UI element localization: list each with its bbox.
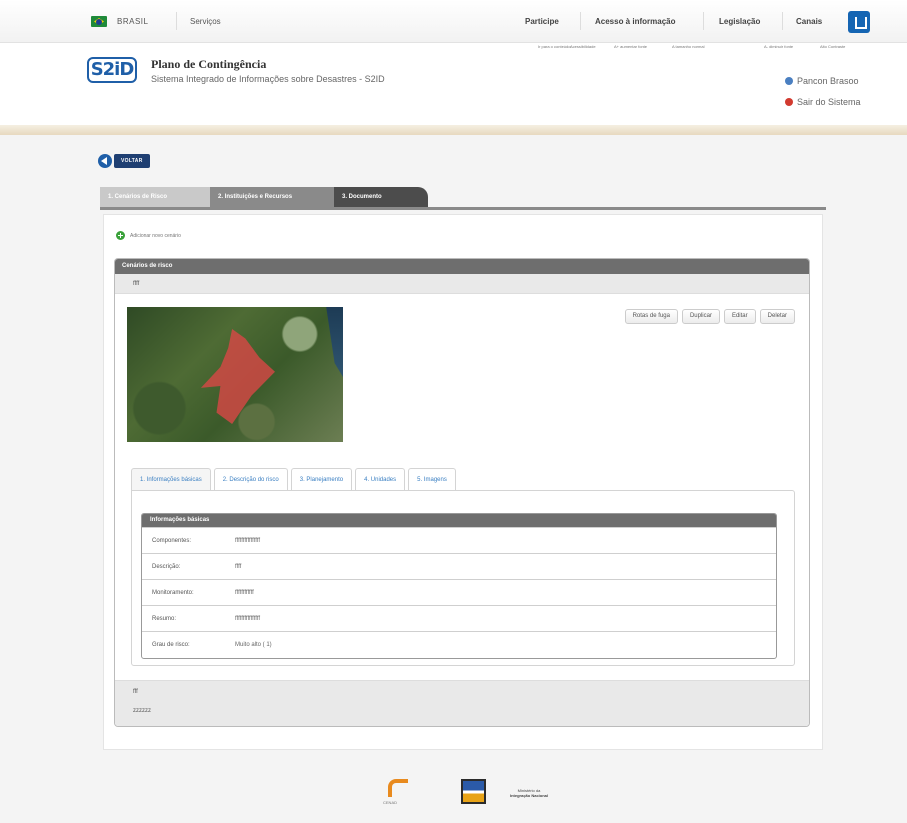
brazil-flag-globe <box>96 19 102 25</box>
tab-basic-info[interactable]: 1. Informações básicas <box>131 468 211 490</box>
ministry-logo: Ministério da Integração Nacional <box>510 788 548 798</box>
gov-bar: BRASIL Serviços Participe Acesso à infor… <box>0 0 907 43</box>
cenad-label: CENAD <box>383 800 398 805</box>
map-sea <box>326 307 343 377</box>
divider <box>703 12 704 30</box>
back-button[interactable]: VOLTAR <box>98 153 150 169</box>
row-label: Resumo: <box>152 615 177 622</box>
scenario-map-image <box>127 307 343 442</box>
step-instituicoes[interactable]: 2. Instituições e Recursos <box>210 187 334 207</box>
app-subtitle: Sistema Integrado de Informações sobre D… <box>151 74 385 84</box>
exit-icon <box>785 98 793 106</box>
panel-title: Cenários de risco <box>115 259 809 274</box>
app-header: S2iD Plano de Contingência Sistema Integ… <box>0 43 907 135</box>
step-cenarios[interactable]: 1. Cenários de Risco <box>100 187 210 207</box>
access-link-content[interactable]: Ir para o conteúdo <box>538 44 570 49</box>
row-label: Grau de risco: <box>152 641 190 648</box>
back-arrow-icon <box>98 154 112 168</box>
row-label: Componentes: <box>152 537 192 544</box>
divider <box>580 12 581 30</box>
scenario-actions: Rotas de fuga Duplicar Editar Deletar <box>624 309 795 324</box>
tab-units[interactable]: 4. Unidades <box>355 468 406 490</box>
back-label: VOLTAR <box>114 154 150 168</box>
table-row: Componentes: ffffffffffffffff <box>142 527 776 553</box>
page-footer: CENAD Ministério da Integração Nacional <box>0 770 907 823</box>
row-value: ffffffffffffffff <box>235 615 261 622</box>
steps-divider <box>100 207 826 210</box>
gov-link-canais[interactable]: Canais <box>796 17 822 26</box>
tab-planning[interactable]: 3. Planejamento <box>290 468 353 490</box>
table-row: Descrição: ffff <box>142 553 776 579</box>
risk-scenario-panel: Cenários de risco ffff Rotas de fuga Dup… <box>114 258 810 727</box>
duplicate-button[interactable]: Duplicar <box>681 309 720 324</box>
basic-info-table: Informações básicas Componentes: fffffff… <box>141 513 777 659</box>
delete-button[interactable]: Deletar <box>759 309 795 324</box>
access-link-normal-font[interactable]: A tamanho normal <box>672 44 704 49</box>
user-link[interactable]: Pancon Brasoo <box>785 76 859 86</box>
basic-info-title: Informações básicas <box>142 514 776 527</box>
divider <box>176 12 177 30</box>
map-risk-area <box>200 329 275 424</box>
footer-line: fff <box>133 689 138 695</box>
divider <box>782 12 783 30</box>
row-label: Monitoramento: <box>152 589 194 596</box>
panel-footer: fff zzzzzz <box>115 680 809 726</box>
access-link-accessibility[interactable]: Acessibilidade <box>570 44 596 49</box>
s2id-logo[interactable]: S2iD <box>87 57 137 83</box>
row-value: ffff <box>235 563 242 570</box>
gov-link-participe[interactable]: Participe <box>525 17 559 26</box>
table-row: Grau de risco: Muito alto ( 1) <box>142 631 776 657</box>
escape-routes-button[interactable]: Rotas de fuga <box>624 309 678 324</box>
tab-images[interactable]: 5. Imagens <box>408 468 456 490</box>
ministry-line-2: Integração Nacional <box>510 793 549 798</box>
logout-label: Sair do Sistema <box>797 97 861 107</box>
app-title: Plano de Contingência <box>151 57 267 71</box>
home-icon[interactable] <box>848 11 870 33</box>
cenad-logo-icon <box>388 779 408 797</box>
scenario-name: ffff <box>115 274 809 294</box>
add-scenario-label: Adicionar novo cenário <box>130 232 181 239</box>
user-icon <box>785 77 793 85</box>
row-value: ffffffffffff <box>235 589 254 596</box>
gov-link-legislacao[interactable]: Legislação <box>719 17 760 26</box>
access-link-decrease-font[interactable]: A- diminuir fonte <box>764 44 793 49</box>
add-scenario-link[interactable]: Adicionar novo cenário <box>116 231 181 240</box>
row-value: Muito alto ( 1) <box>235 641 272 648</box>
row-value: ffffffffffffffff <box>235 537 261 544</box>
footer-line: zzzzzz <box>133 708 151 714</box>
sedec-logo-icon <box>461 779 486 804</box>
scenario-tabs: 1. Informações básicas 2. Descrição do r… <box>131 468 456 490</box>
user-name: Pancon Brasoo <box>797 76 859 86</box>
row-label: Descrição: <box>152 563 181 570</box>
gov-brasil-link[interactable]: BRASIL <box>117 17 148 26</box>
access-link-increase-font[interactable]: A+ aumentar fonte <box>614 44 647 49</box>
table-row: Resumo: ffffffffffffffff <box>142 605 776 631</box>
logout-link[interactable]: Sair do Sistema <box>785 97 861 107</box>
tab-risk-description[interactable]: 2. Descrição do risco <box>213 468 288 490</box>
add-icon <box>116 231 125 240</box>
edit-button[interactable]: Editar <box>723 309 756 324</box>
gov-link-acesso[interactable]: Acesso à informação <box>595 17 675 26</box>
table-row: Monitoramento: ffffffffffff <box>142 579 776 605</box>
access-link-contrast[interactable]: Alto Contraste <box>820 44 845 49</box>
gov-servicos-link[interactable]: Serviços <box>190 17 221 26</box>
step-documento[interactable]: 3. Documento <box>334 187 428 207</box>
